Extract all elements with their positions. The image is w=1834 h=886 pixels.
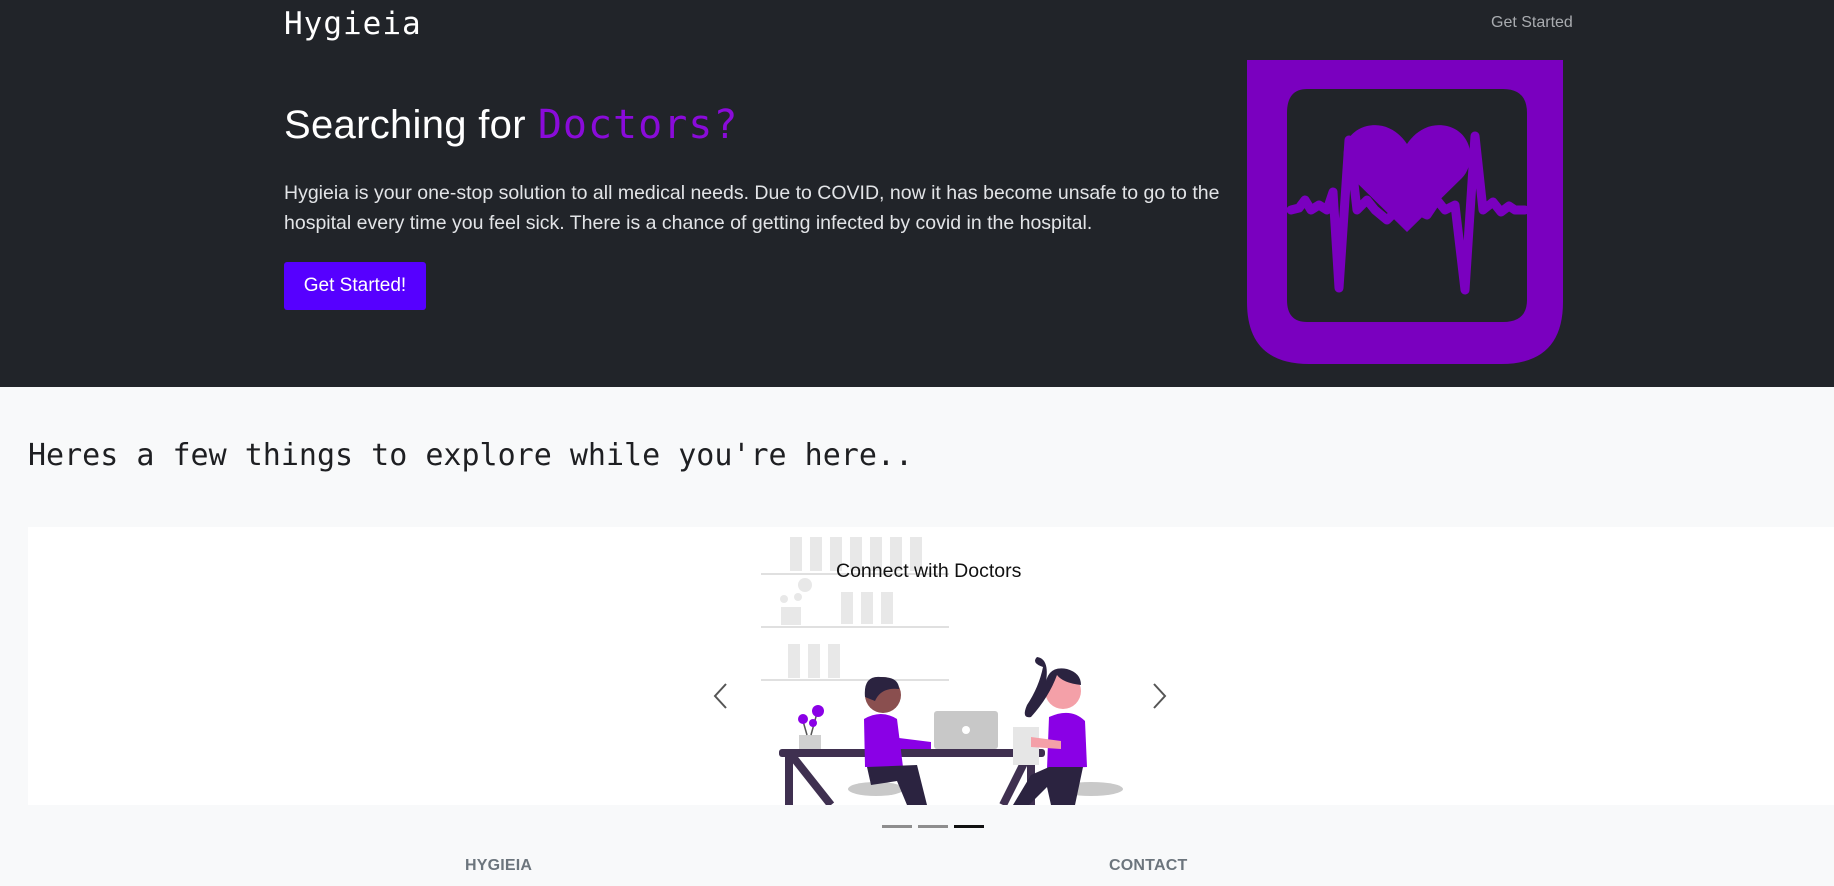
hero-description: Hygieia is your one-stop solution to all… [284, 182, 1220, 234]
explore-carousel[interactable]: Connect with Doctors [28, 527, 1834, 805]
chevron-left-icon[interactable] [706, 676, 736, 716]
carousel-indicator-2[interactable] [918, 825, 948, 828]
hero-title-prefix: Searching for [284, 103, 526, 147]
brand-logo[interactable]: Hygieia [284, 6, 422, 42]
chevron-right-icon[interactable] [1144, 676, 1174, 716]
get-started-button[interactable]: Get Started! [284, 262, 426, 310]
hero-title-accent: Doctors? [537, 102, 739, 148]
slide-caption: Connect with Doctors [836, 560, 1022, 582]
heart-pulse-monitor-icon [1247, 60, 1563, 364]
footer-contact-title: CONTACT [1109, 857, 1188, 874]
carousel-indicator-1[interactable] [882, 825, 912, 828]
explore-heading: Heres a few things to explore while you'… [28, 438, 914, 473]
footer-hygieia-title: HYGIEIA [465, 857, 533, 874]
nav-get-started-link[interactable]: Get Started [1491, 14, 1573, 32]
hero-title: Searching for Doctors? [284, 102, 738, 148]
carousel-indicator-3[interactable] [954, 825, 984, 828]
hero-section: Hygieia Get Started Searching for Doctors… [0, 0, 1834, 387]
